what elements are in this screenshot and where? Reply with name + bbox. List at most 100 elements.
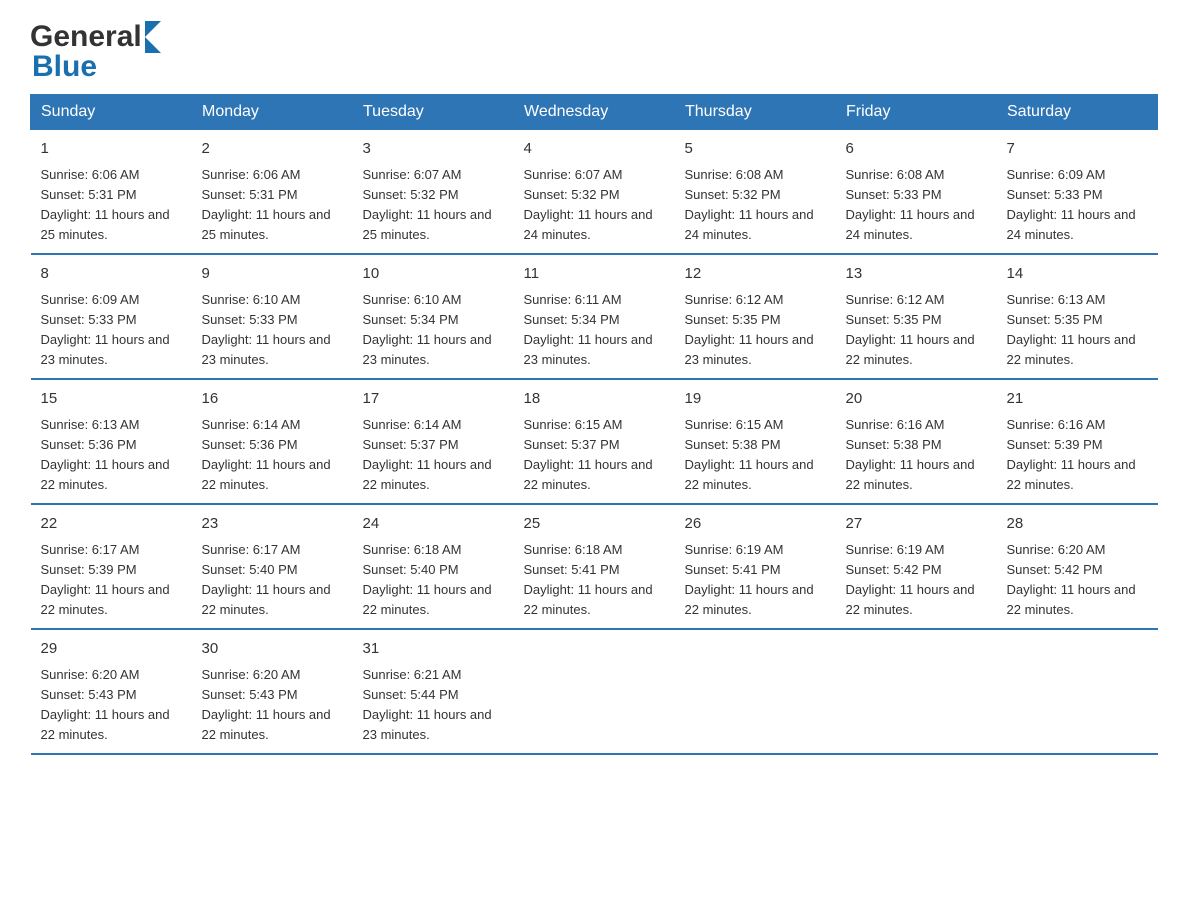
day-number: 6 (846, 138, 987, 161)
calendar-cell: 9 Sunrise: 6:10 AMSunset: 5:33 PMDayligh… (192, 254, 353, 379)
logo-blue-text: Blue (32, 50, 97, 84)
calendar-cell: 20 Sunrise: 6:16 AMSunset: 5:38 PMDaylig… (836, 379, 997, 504)
weekday-header-monday: Monday (192, 95, 353, 130)
weekday-header-saturday: Saturday (997, 95, 1158, 130)
calendar-cell: 28 Sunrise: 6:20 AMSunset: 5:42 PMDaylig… (997, 504, 1158, 629)
day-number: 25 (524, 513, 665, 536)
day-number: 30 (202, 638, 343, 661)
calendar-cell: 24 Sunrise: 6:18 AMSunset: 5:40 PMDaylig… (353, 504, 514, 629)
calendar-cell: 12 Sunrise: 6:12 AMSunset: 5:35 PMDaylig… (675, 254, 836, 379)
day-info: Sunrise: 6:19 AMSunset: 5:41 PMDaylight:… (685, 542, 814, 617)
calendar-cell: 13 Sunrise: 6:12 AMSunset: 5:35 PMDaylig… (836, 254, 997, 379)
calendar-cell: 7 Sunrise: 6:09 AMSunset: 5:33 PMDayligh… (997, 130, 1158, 255)
calendar-cell: 8 Sunrise: 6:09 AMSunset: 5:33 PMDayligh… (31, 254, 192, 379)
calendar-cell: 23 Sunrise: 6:17 AMSunset: 5:40 PMDaylig… (192, 504, 353, 629)
day-info: Sunrise: 6:18 AMSunset: 5:41 PMDaylight:… (524, 542, 653, 617)
day-info: Sunrise: 6:06 AMSunset: 5:31 PMDaylight:… (41, 167, 170, 242)
calendar-cell: 29 Sunrise: 6:20 AMSunset: 5:43 PMDaylig… (31, 629, 192, 754)
calendar-cell: 19 Sunrise: 6:15 AMSunset: 5:38 PMDaylig… (675, 379, 836, 504)
day-info: Sunrise: 6:19 AMSunset: 5:42 PMDaylight:… (846, 542, 975, 617)
calendar-cell: 25 Sunrise: 6:18 AMSunset: 5:41 PMDaylig… (514, 504, 675, 629)
day-info: Sunrise: 6:15 AMSunset: 5:38 PMDaylight:… (685, 417, 814, 492)
day-info: Sunrise: 6:13 AMSunset: 5:35 PMDaylight:… (1007, 292, 1136, 367)
calendar-week-row: 22 Sunrise: 6:17 AMSunset: 5:39 PMDaylig… (31, 504, 1158, 629)
weekday-header-wednesday: Wednesday (514, 95, 675, 130)
day-number: 19 (685, 388, 826, 411)
weekday-header-friday: Friday (836, 95, 997, 130)
calendar-cell (997, 629, 1158, 754)
calendar-cell: 21 Sunrise: 6:16 AMSunset: 5:39 PMDaylig… (997, 379, 1158, 504)
day-info: Sunrise: 6:18 AMSunset: 5:40 PMDaylight:… (363, 542, 492, 617)
day-info: Sunrise: 6:14 AMSunset: 5:37 PMDaylight:… (363, 417, 492, 492)
day-info: Sunrise: 6:07 AMSunset: 5:32 PMDaylight:… (363, 167, 492, 242)
day-number: 11 (524, 263, 665, 286)
calendar-body: 1 Sunrise: 6:06 AMSunset: 5:31 PMDayligh… (31, 130, 1158, 755)
day-info: Sunrise: 6:13 AMSunset: 5:36 PMDaylight:… (41, 417, 170, 492)
day-info: Sunrise: 6:06 AMSunset: 5:31 PMDaylight:… (202, 167, 331, 242)
day-number: 17 (363, 388, 504, 411)
day-info: Sunrise: 6:20 AMSunset: 5:43 PMDaylight:… (202, 667, 331, 742)
day-info: Sunrise: 6:17 AMSunset: 5:39 PMDaylight:… (41, 542, 170, 617)
day-info: Sunrise: 6:10 AMSunset: 5:33 PMDaylight:… (202, 292, 331, 367)
day-info: Sunrise: 6:09 AMSunset: 5:33 PMDaylight:… (41, 292, 170, 367)
day-number: 15 (41, 388, 182, 411)
calendar-cell: 31 Sunrise: 6:21 AMSunset: 5:44 PMDaylig… (353, 629, 514, 754)
calendar-cell: 22 Sunrise: 6:17 AMSunset: 5:39 PMDaylig… (31, 504, 192, 629)
logo: General Blue (30, 20, 161, 84)
calendar-cell: 1 Sunrise: 6:06 AMSunset: 5:31 PMDayligh… (31, 130, 192, 255)
calendar-table: SundayMondayTuesdayWednesdayThursdayFrid… (30, 94, 1158, 755)
day-number: 7 (1007, 138, 1148, 161)
day-number: 9 (202, 263, 343, 286)
day-number: 27 (846, 513, 987, 536)
day-info: Sunrise: 6:07 AMSunset: 5:32 PMDaylight:… (524, 167, 653, 242)
calendar-cell (836, 629, 997, 754)
calendar-cell: 27 Sunrise: 6:19 AMSunset: 5:42 PMDaylig… (836, 504, 997, 629)
day-number: 22 (41, 513, 182, 536)
calendar-header-row: SundayMondayTuesdayWednesdayThursdayFrid… (31, 95, 1158, 130)
day-info: Sunrise: 6:10 AMSunset: 5:34 PMDaylight:… (363, 292, 492, 367)
day-info: Sunrise: 6:12 AMSunset: 5:35 PMDaylight:… (685, 292, 814, 367)
day-number: 18 (524, 388, 665, 411)
page-header: General Blue (30, 20, 1158, 84)
day-number: 28 (1007, 513, 1148, 536)
day-number: 20 (846, 388, 987, 411)
calendar-week-row: 15 Sunrise: 6:13 AMSunset: 5:36 PMDaylig… (31, 379, 1158, 504)
calendar-cell: 4 Sunrise: 6:07 AMSunset: 5:32 PMDayligh… (514, 130, 675, 255)
day-info: Sunrise: 6:09 AMSunset: 5:33 PMDaylight:… (1007, 167, 1136, 242)
day-info: Sunrise: 6:11 AMSunset: 5:34 PMDaylight:… (524, 292, 653, 367)
calendar-cell: 15 Sunrise: 6:13 AMSunset: 5:36 PMDaylig… (31, 379, 192, 504)
day-number: 23 (202, 513, 343, 536)
calendar-cell: 14 Sunrise: 6:13 AMSunset: 5:35 PMDaylig… (997, 254, 1158, 379)
calendar-week-row: 1 Sunrise: 6:06 AMSunset: 5:31 PMDayligh… (31, 130, 1158, 255)
day-info: Sunrise: 6:20 AMSunset: 5:43 PMDaylight:… (41, 667, 170, 742)
weekday-header-tuesday: Tuesday (353, 95, 514, 130)
day-number: 5 (685, 138, 826, 161)
calendar-week-row: 8 Sunrise: 6:09 AMSunset: 5:33 PMDayligh… (31, 254, 1158, 379)
day-info: Sunrise: 6:17 AMSunset: 5:40 PMDaylight:… (202, 542, 331, 617)
calendar-cell: 3 Sunrise: 6:07 AMSunset: 5:32 PMDayligh… (353, 130, 514, 255)
day-info: Sunrise: 6:14 AMSunset: 5:36 PMDaylight:… (202, 417, 331, 492)
day-number: 31 (363, 638, 504, 661)
calendar-cell: 2 Sunrise: 6:06 AMSunset: 5:31 PMDayligh… (192, 130, 353, 255)
day-number: 26 (685, 513, 826, 536)
day-info: Sunrise: 6:12 AMSunset: 5:35 PMDaylight:… (846, 292, 975, 367)
weekday-header-thursday: Thursday (675, 95, 836, 130)
calendar-cell (675, 629, 836, 754)
day-number: 2 (202, 138, 343, 161)
day-number: 16 (202, 388, 343, 411)
day-number: 10 (363, 263, 504, 286)
day-info: Sunrise: 6:21 AMSunset: 5:44 PMDaylight:… (363, 667, 492, 742)
day-number: 24 (363, 513, 504, 536)
calendar-cell: 26 Sunrise: 6:19 AMSunset: 5:41 PMDaylig… (675, 504, 836, 629)
day-number: 21 (1007, 388, 1148, 411)
day-info: Sunrise: 6:16 AMSunset: 5:39 PMDaylight:… (1007, 417, 1136, 492)
day-number: 3 (363, 138, 504, 161)
calendar-cell (514, 629, 675, 754)
day-info: Sunrise: 6:08 AMSunset: 5:33 PMDaylight:… (846, 167, 975, 242)
calendar-cell: 17 Sunrise: 6:14 AMSunset: 5:37 PMDaylig… (353, 379, 514, 504)
day-number: 4 (524, 138, 665, 161)
day-number: 1 (41, 138, 182, 161)
day-number: 8 (41, 263, 182, 286)
day-number: 13 (846, 263, 987, 286)
calendar-cell: 10 Sunrise: 6:10 AMSunset: 5:34 PMDaylig… (353, 254, 514, 379)
